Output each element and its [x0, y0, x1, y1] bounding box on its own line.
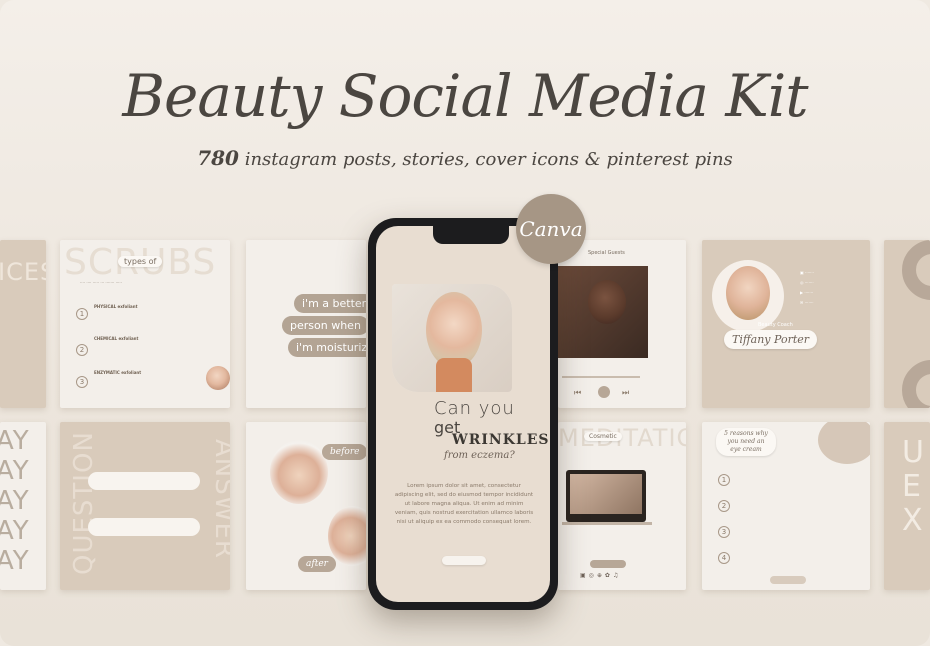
page-title: Beauty Social Media Kit [122, 62, 808, 130]
template-card-moisturized: i'm a better person when i'm moisturized [246, 240, 366, 408]
answer-word: ANSWER [209, 439, 230, 559]
scrubs-face-image [206, 366, 230, 390]
scrubs-item-3: ENZYMATIC exfoliant [94, 370, 142, 375]
scrubs-number-3: 3 [76, 376, 88, 388]
template-card-meditation: MEDITATION Cosmetic ▣◎⊕✿♫ [558, 422, 686, 590]
after-face-image [328, 506, 366, 566]
scrubs-number-1: 1 [76, 308, 88, 320]
tips-num-2: 2 [718, 500, 730, 512]
scrubs-item-1: PHYSICAL exfoliant [94, 304, 138, 309]
scrubs-number-2: 2 [76, 344, 88, 356]
tips-blob [818, 422, 870, 464]
before-face-image [270, 440, 328, 504]
question-bubble [88, 472, 200, 490]
product-banner: Beauty Social Media Kit 780 instagram po… [0, 0, 930, 646]
phone-button[interactable] [442, 556, 486, 565]
podcast-progress-bar [562, 376, 640, 378]
template-card-podcast: Special Guests ⏮ ⏭ [558, 240, 686, 408]
template-card-tips: 5 reasons why you need an eye cream 1 2 … [702, 422, 870, 590]
edge-say-words: AY AY AY AY AY [0, 426, 30, 576]
phone-headline-3: WRINKLES [452, 432, 550, 448]
canva-badge: Canva [516, 194, 586, 264]
answer-bubble [88, 518, 200, 536]
better-line-2: person when [282, 316, 366, 335]
tips-pill: 5 reasons why you need an eye cream [716, 428, 776, 456]
better-line-3: i'm moisturized [288, 338, 366, 357]
tips-num-4: 4 [718, 552, 730, 564]
tiffany-social-list: ▣ ······· ◎ ······· ▶ ······· ✉ ······· [800, 270, 814, 305]
after-label: after [298, 556, 336, 572]
play-button[interactable] [598, 386, 610, 398]
phone-headline-1: Can you [434, 398, 515, 419]
meditation-button[interactable] [590, 560, 626, 568]
scrubs-intro: ···· ···· ····· ··· ······· ····· [80, 280, 122, 285]
phone-photo [392, 284, 512, 392]
phone-face [426, 292, 482, 368]
template-card-edge-left: ICES [0, 240, 46, 408]
phone-notch [433, 226, 509, 244]
tiffany-tag: Beauty Coach [758, 322, 793, 328]
scrubs-pill: types of [118, 256, 163, 267]
edge-left-word: ICES [0, 258, 46, 286]
question-word: QUESTION [69, 431, 99, 575]
phone-body-text: Lorem ipsum dolor sit amet, consectetur … [394, 483, 534, 525]
template-card-edge-right: U E X [884, 422, 930, 590]
template-card-scrubs: SCRUBS types of ···· ···· ····· ··· ····… [60, 240, 230, 408]
template-card-edge-say: AY AY AY AY AY [0, 422, 46, 590]
podcast-cover-image [558, 266, 648, 358]
tips-button[interactable] [770, 576, 806, 584]
decor-arc [902, 240, 930, 300]
edge-right-letters: U E X [902, 435, 925, 538]
tips-num-1: 1 [718, 474, 730, 486]
podcast-header: Special Guests [588, 250, 625, 256]
template-card-before-after: before after [246, 422, 366, 590]
page-subtitle: 780 instagram posts, stories, cover icon… [0, 146, 930, 170]
meditation-word: MEDITATION [558, 424, 686, 452]
decor-arc-2 [902, 360, 930, 408]
template-card-tiffany: Beauty Coach Tiffany Porter ▣ ······· ◎ … [702, 240, 870, 408]
before-label: before [322, 444, 366, 460]
meditation-social-icons: ▣◎⊕✿♫ [580, 572, 622, 579]
tiffany-face [726, 266, 770, 320]
phone-screen: Can you get WRINKLES from eczema? Lorem … [376, 226, 550, 602]
tiffany-name: Tiffany Porter [724, 330, 818, 349]
better-line-1: i'm a better [294, 294, 366, 313]
phone-mockup: Can you get WRINKLES from eczema? Lorem … [368, 218, 558, 610]
laptop-image [566, 470, 646, 522]
template-card-edge-right-top [884, 240, 930, 408]
phone-headline-4: from eczema? [444, 450, 515, 461]
podcast-face [588, 280, 626, 324]
next-icon[interactable]: ⏭ [622, 388, 629, 398]
scrubs-item-2: CHEMICAL exfoliant [94, 336, 139, 341]
tips-num-3: 3 [718, 526, 730, 538]
subtitle-text: instagram posts, stories, cover icons & … [244, 149, 733, 170]
meditation-pill: Cosmetic [584, 432, 622, 441]
prev-icon[interactable]: ⏮ [574, 388, 581, 398]
template-card-question: QUESTION ANSWER [60, 422, 230, 590]
subtitle-count: 780 [197, 146, 239, 170]
